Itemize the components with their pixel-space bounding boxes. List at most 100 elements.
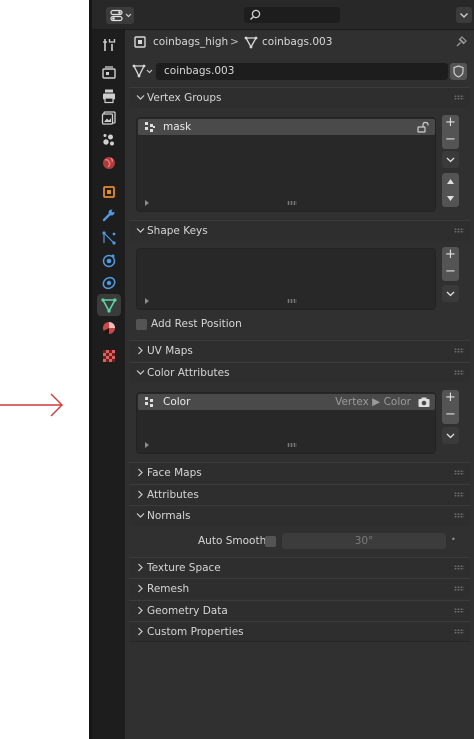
chevron-down-icon: [446, 291, 455, 297]
remove-shape-key-button[interactable]: −: [442, 264, 459, 281]
tab-texture[interactable]: [100, 347, 118, 365]
tab-view-layer[interactable]: [100, 109, 118, 127]
panel-geometry-data-header[interactable]: Geometry Data: [129, 600, 470, 621]
list-resize-grip[interactable]: [287, 443, 297, 447]
search-input[interactable]: [244, 7, 340, 23]
tab-physics[interactable]: [100, 251, 118, 269]
mesh-name-field[interactable]: coinbags.003: [156, 63, 448, 80]
world-icon: [103, 157, 115, 169]
panel-color-attributes-header[interactable]: Color Attributes: [129, 362, 470, 383]
chevron-down-icon: [136, 370, 145, 375]
panel-texture-space-header[interactable]: Texture Space: [129, 557, 470, 578]
camera-icon[interactable]: [417, 395, 431, 409]
panel-title: Shape Keys: [147, 225, 208, 237]
auto-smooth-checkbox[interactable]: [265, 536, 276, 547]
move-down-button[interactable]: [442, 190, 459, 207]
options-dropdown[interactable]: [456, 7, 472, 23]
shape-keys-list[interactable]: [136, 248, 436, 310]
mesh-name-value: coinbags.003: [164, 65, 235, 77]
mesh-icon: [244, 36, 258, 49]
tab-mesh-data[interactable]: [97, 294, 121, 316]
drag-handle[interactable]: [454, 565, 464, 570]
vertex-groups-list[interactable]: mask: [136, 117, 436, 212]
tab-tool[interactable]: [100, 36, 118, 54]
color-attribute-domain: Vertex ▶ Color: [335, 396, 411, 408]
fake-user-button[interactable]: [450, 63, 467, 80]
color-attributes-list[interactable]: Color Vertex ▶ Color: [136, 392, 436, 454]
shield-icon: [453, 65, 464, 78]
list-filter-toggle[interactable]: [145, 200, 149, 206]
tab-material[interactable]: [100, 319, 118, 337]
chevron-right-icon: [138, 584, 143, 593]
add-vertex-group-button[interactable]: +: [442, 115, 459, 132]
add-shape-key-button[interactable]: +: [442, 247, 459, 264]
texture-icon: [103, 350, 115, 362]
panel-title: Custom Properties: [147, 626, 244, 638]
panel-title: UV Maps: [147, 345, 193, 357]
add-rest-position-checkbox[interactable]: [136, 319, 147, 330]
tab-object[interactable]: [100, 183, 118, 201]
panel-remesh-header[interactable]: Remesh: [129, 578, 470, 599]
tab-output[interactable]: [100, 87, 118, 105]
list-filter-toggle[interactable]: [145, 298, 149, 304]
tab-world[interactable]: [100, 154, 118, 172]
remove-color-attribute-button[interactable]: −: [442, 407, 459, 424]
list-resize-grip[interactable]: [287, 299, 297, 303]
panel-vertex-groups-header[interactable]: Vertex Groups: [129, 87, 470, 108]
animate-property-dot[interactable]: •: [451, 535, 456, 544]
mesh-browse-button[interactable]: [132, 63, 156, 80]
chevron-down-icon: [136, 513, 145, 518]
add-color-attribute-button[interactable]: +: [442, 390, 459, 407]
tab-scene[interactable]: [100, 131, 118, 149]
tab-particles[interactable]: [100, 229, 118, 247]
vertex-group-specials-button[interactable]: [442, 151, 459, 168]
panel-custom-properties-header[interactable]: Custom Properties: [129, 621, 470, 642]
editor-type-button[interactable]: [106, 7, 134, 24]
triangle-down-icon: [447, 196, 454, 201]
breadcrumb-object-name: coinbags_high: [153, 36, 229, 48]
material-icon: [103, 322, 115, 335]
list-item[interactable]: mask: [138, 119, 435, 135]
color-attribute-specials-button[interactable]: [442, 427, 459, 444]
triangle-up-icon: [447, 179, 454, 184]
drag-handle[interactable]: [454, 348, 464, 353]
panel-shape-keys-header[interactable]: Shape Keys: [129, 220, 470, 241]
chevron-down-icon: [460, 13, 468, 18]
drag-handle[interactable]: [454, 608, 464, 613]
properties-tab-strip: [92, 30, 125, 739]
tab-constraints[interactable]: [100, 274, 118, 292]
drag-handle[interactable]: [454, 228, 464, 233]
remove-vertex-group-button[interactable]: −: [442, 132, 459, 149]
list-item[interactable]: Color Vertex ▶ Color: [138, 394, 435, 410]
physics-icon: [102, 254, 116, 268]
panel-title: Vertex Groups: [147, 92, 222, 104]
drag-handle[interactable]: [454, 513, 464, 518]
tab-render[interactable]: [100, 64, 118, 82]
shape-key-specials-button[interactable]: [442, 285, 459, 302]
list-resize-grip[interactable]: [287, 201, 297, 205]
lock-open-icon[interactable]: [416, 120, 430, 134]
panel-title: Texture Space: [147, 562, 221, 574]
drag-handle[interactable]: [454, 470, 464, 475]
panel-uv-maps-header[interactable]: UV Maps: [129, 340, 470, 361]
properties-editor-icon: [110, 9, 132, 22]
tab-modifiers[interactable]: [100, 206, 118, 224]
drag-handle[interactable]: [454, 95, 464, 100]
breadcrumb: coinbags_high > coinbags.003: [125, 30, 474, 58]
pin-icon[interactable]: [454, 35, 468, 49]
view-layer-icon: [101, 111, 116, 125]
drag-handle[interactable]: [454, 629, 464, 634]
breadcrumb-mesh-name: coinbags.003: [262, 36, 333, 48]
editor-header: [92, 0, 474, 30]
panel-face-maps-header[interactable]: Face Maps: [129, 462, 470, 483]
panel-normals-header[interactable]: Normals: [129, 505, 470, 526]
mesh-data-icon: [101, 298, 117, 313]
auto-smooth-angle-field[interactable]: 30°: [282, 533, 446, 549]
panel-attributes-header[interactable]: Attributes: [129, 484, 470, 505]
drag-handle[interactable]: [454, 370, 464, 375]
move-up-button[interactable]: [442, 173, 459, 190]
drag-handle[interactable]: [454, 492, 464, 497]
drag-handle[interactable]: [454, 586, 464, 591]
chevron-right-icon: [138, 468, 143, 477]
list-filter-toggle[interactable]: [145, 442, 149, 448]
